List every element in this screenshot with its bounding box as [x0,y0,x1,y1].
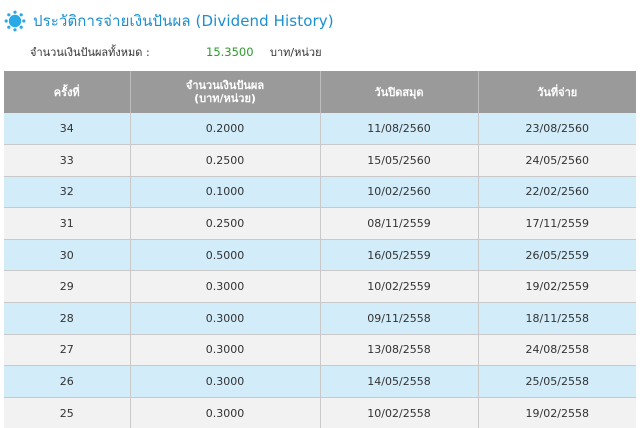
cell-book-close-date: 10/02/2558 [320,397,479,428]
dividend-history-table: ครั้งที่ จำนวนเงินปันผล (บาท/หน่วย) วันป… [4,71,636,428]
total-dividend-unit: บาท/หน่วย [270,46,322,59]
cell-round: 31 [4,207,131,240]
column-header-amount: จำนวนเงินปันผล (บาท/หน่วย) [130,71,321,113]
cell-amount: 0.1000 [130,176,321,209]
cell-amount: 0.3000 [130,302,321,335]
column-header-payment-date: วันที่จ่าย [478,71,636,113]
table-row: 31 0.2500 08/11/2559 17/11/2559 [4,207,636,240]
dividend-summary: จำนวนเงินปันผลทั้งหมด : 15.3500 บาท/หน่ว… [30,44,322,60]
table-row: 29 0.3000 10/02/2559 19/02/2559 [4,270,636,304]
cell-payment-date: 24/05/2560 [478,144,636,177]
table-row: 27 0.3000 13/08/2558 24/08/2558 [4,334,636,367]
sun-icon [4,10,26,32]
cell-book-close-date: 10/02/2559 [320,270,479,304]
cell-payment-date: 24/08/2558 [478,334,636,367]
cell-payment-date: 17/11/2559 [478,207,636,240]
total-dividend-label: จำนวนเงินปันผลทั้งหมด : [30,46,150,59]
cell-book-close-date: 09/11/2558 [320,302,479,335]
table-row: 25 0.3000 10/02/2558 19/02/2558 [4,397,636,428]
cell-round: 30 [4,239,131,272]
cell-book-close-date: 16/05/2559 [320,239,479,272]
cell-round: 27 [4,334,131,367]
cell-amount: 0.5000 [130,239,321,272]
cell-round: 29 [4,270,131,304]
cell-amount: 0.2500 [130,207,321,240]
table-row: 26 0.3000 14/05/2558 25/05/2558 [4,365,636,398]
cell-payment-date: 25/05/2558 [478,365,636,398]
page-header: ประวัติการจ่ายเงินปันผล (Dividend Histor… [4,9,334,33]
cell-payment-date: 23/08/2560 [478,113,636,146]
cell-book-close-date: 11/08/2560 [320,113,479,146]
column-header-round: ครั้งที่ [4,71,131,113]
cell-amount: 0.3000 [130,397,321,428]
cell-payment-date: 19/02/2559 [478,270,636,304]
cell-book-close-date: 08/11/2559 [320,207,479,240]
cell-book-close-date: 13/08/2558 [320,334,479,367]
cell-round: 32 [4,176,131,209]
cell-book-close-date: 14/05/2558 [320,365,479,398]
cell-amount: 0.2500 [130,144,321,177]
table-row: 28 0.3000 09/11/2558 18/11/2558 [4,302,636,335]
cell-round: 28 [4,302,131,335]
table-header-row: ครั้งที่ จำนวนเงินปันผล (บาท/หน่วย) วันป… [4,71,636,113]
cell-round: 25 [4,397,131,428]
cell-payment-date: 18/11/2558 [478,302,636,335]
page-title: ประวัติการจ่ายเงินปันผล (Dividend Histor… [33,12,334,30]
cell-amount: 0.3000 [130,270,321,304]
table-row: 34 0.2000 11/08/2560 23/08/2560 [4,113,636,146]
cell-payment-date: 22/02/2560 [478,176,636,209]
cell-book-close-date: 10/02/2560 [320,176,479,209]
cell-payment-date: 26/05/2559 [478,239,636,272]
cell-amount: 0.2000 [130,113,321,146]
table-row: 32 0.1000 10/02/2560 22/02/2560 [4,176,636,209]
cell-book-close-date: 15/05/2560 [320,144,479,177]
table-row: 30 0.5000 16/05/2559 26/05/2559 [4,239,636,272]
cell-round: 26 [4,365,131,398]
cell-round: 34 [4,113,131,146]
cell-payment-date: 19/02/2558 [478,397,636,428]
total-dividend-value: 15.3500 [206,45,254,59]
cell-amount: 0.3000 [130,334,321,367]
column-header-book-close-date: วันปิดสมุด [320,71,479,113]
cell-round: 33 [4,144,131,177]
table-row: 33 0.2500 15/05/2560 24/05/2560 [4,144,636,177]
cell-amount: 0.3000 [130,365,321,398]
